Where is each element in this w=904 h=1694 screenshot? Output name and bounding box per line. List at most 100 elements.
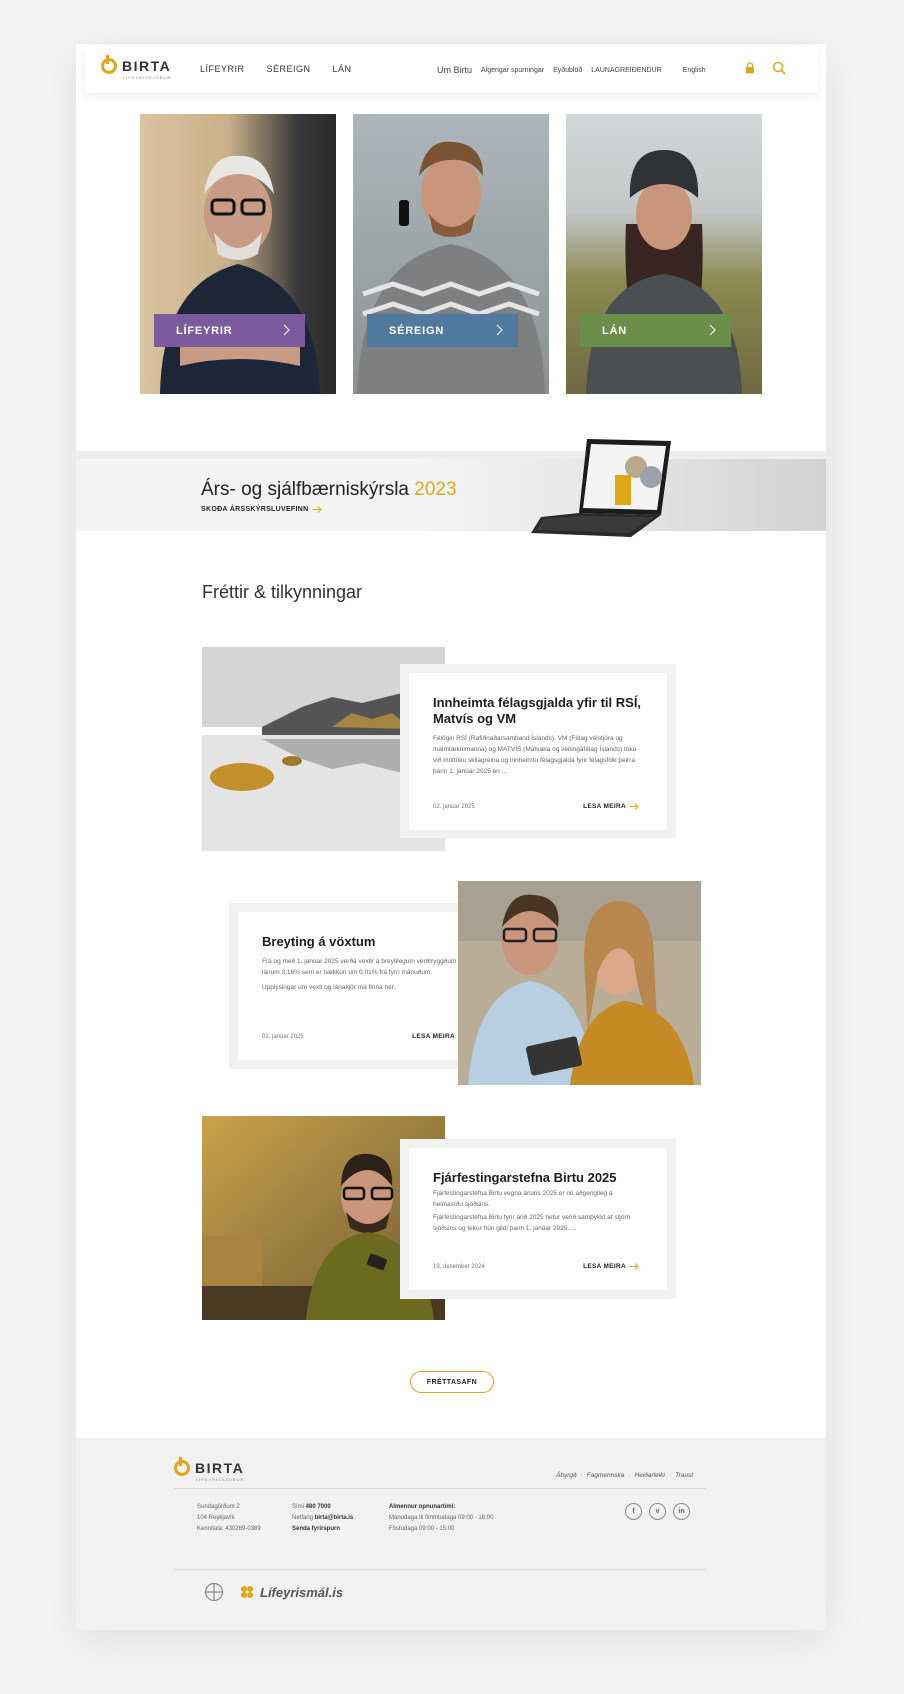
read-more-link[interactable]: LESA MEIRA: [583, 1263, 639, 1270]
news-date: 02. janúar 2025: [433, 804, 475, 810]
hours-line: Föstudaga 09:00 - 15:00: [389, 1526, 455, 1532]
news-excerpt-2: Upplýsingar um vexti og lánakjör má finn…: [262, 984, 396, 991]
logo-text: BIRTA: [122, 58, 172, 74]
phone-label: Sími: [292, 1504, 306, 1510]
news-archive-button[interactable]: FRÉTTASAFN: [410, 1371, 494, 1393]
hero-card-lifeyrir[interactable]: LÍFEYRIR: [140, 114, 336, 394]
value-abyrgd: Ábyrgð: [556, 1472, 577, 1479]
arrow-right-icon: [313, 506, 323, 513]
news-excerpt-2: Fjárfestingarstefna Birtu fyrir árið 202…: [433, 1214, 631, 1232]
read-more-label: LESA MEIRA: [412, 1033, 455, 1040]
nav-faq[interactable]: Algengar spurningar: [481, 67, 544, 74]
news-section-title: Fréttir & tilkynningar: [202, 582, 363, 602]
chevron-right-icon: [283, 324, 290, 336]
value-fagmennska: Fagmennska: [586, 1472, 625, 1479]
hero-button-label: LÍFEYRIR: [176, 324, 233, 337]
hero-photo-older-man: [140, 114, 336, 394]
hero-button-lan[interactable]: LÁN: [580, 314, 731, 347]
footer-contact: Sími 480 7000 Netfang birta@birta.is Sen…: [292, 1502, 353, 1535]
email-value[interactable]: birta@birta.is: [315, 1515, 354, 1521]
nav-employers[interactable]: LAUNAGREIÐENDUR: [591, 67, 661, 74]
separator-dot: ·: [580, 1472, 583, 1479]
secondary-nav: Um Birtu Algengar spurningar Eyðublöð LA…: [437, 65, 706, 75]
linkedin-icon[interactable]: in: [673, 1503, 690, 1520]
address-line: 104 Reykjavík: [197, 1515, 235, 1521]
nav-english[interactable]: English: [683, 67, 706, 74]
inquiry-label: Senda fyrirspurn: [292, 1526, 341, 1532]
hero-photo-man-phone: [353, 114, 549, 394]
main-nav: LÍFEYRIR SÉREIGN LÁN: [200, 64, 352, 74]
news-excerpt: Fjárfestingarstefna Birtu vegna ársins 2…: [433, 1190, 613, 1208]
footer-hours: Almennur opnunartími: Mánudaga til fimmt…: [389, 1502, 493, 1535]
globe-partner-icon[interactable]: [204, 1582, 224, 1602]
logo-subtitle: LÍFEYRISSJÓÐUR: [123, 75, 172, 80]
footer-divider: [174, 1569, 706, 1570]
news-excerpt: Félögin RSÍ (Rafiðnaðarsamband Íslands),…: [433, 735, 637, 775]
phone-value[interactable]: 480 7000: [306, 1504, 331, 1510]
nav-forms[interactable]: Eyðublöð: [553, 67, 582, 74]
logo-mark-icon: [101, 55, 117, 74]
hero-button-label: LÁN: [602, 324, 628, 337]
footer-divider: [174, 1488, 706, 1489]
news-title: Breyting á vöxtum: [262, 934, 376, 949]
arrow-right-icon: [630, 1263, 639, 1270]
news-date: 19. desember 2024: [433, 1264, 485, 1270]
report-link-label: SKOÐA ÁRSSKÝRSLUVEFINN: [201, 506, 309, 513]
phone-line: Sími 480 7000: [292, 1502, 353, 1513]
nav-lan[interactable]: LÁN: [333, 64, 352, 74]
hours-title-text: Almennur opnunartími:: [389, 1504, 456, 1510]
nav-um-birtu[interactable]: Um Birtu: [437, 65, 472, 75]
read-more-link[interactable]: LESA MEIRA: [583, 803, 639, 810]
vimeo-icon[interactable]: v: [649, 1503, 666, 1520]
site-header: BIRTA LÍFEYRISSJÓÐUR LÍFEYRIR SÉREIGN LÁ…: [85, 46, 818, 93]
logo-mark-icon: [174, 1457, 190, 1476]
lifeyrismal-mark-icon: [241, 1586, 253, 1598]
separator-dot: ·: [628, 1472, 631, 1479]
lifeyrismal-logo[interactable]: Lífeyrismál.is: [238, 1583, 343, 1601]
hours-title: Almennur opnunartími:: [389, 1502, 493, 1513]
email-label: Netfang: [292, 1515, 315, 1521]
value-heidarleiki: Heiðarleiki: [634, 1472, 665, 1479]
hero-button-lifeyrir[interactable]: LÍFEYRIR: [154, 314, 305, 347]
search-icon[interactable]: [772, 61, 786, 75]
logo-subtitle: LÍFEYRISSJÓÐUR: [196, 1477, 245, 1482]
address-line: Sundagörðum 2: [197, 1504, 240, 1510]
news-excerpt: Frá og með 1. janúar 2025 verða vextir á…: [262, 958, 457, 976]
hero-card-lan[interactable]: LÁN: [566, 114, 762, 394]
inquiry-link[interactable]: Senda fyrirspurn: [292, 1524, 353, 1535]
site-footer: BIRTA LÍFEYRISSJÓÐUR Ábyrgð · Fagmennska ·…: [76, 1438, 826, 1630]
hero-button-label: SÉREIGN: [389, 324, 445, 337]
footer-values: Ábyrgð · Fagmennska · Heiðarleiki · Traust: [556, 1472, 693, 1479]
read-more-label: LESA MEIRA: [583, 1263, 626, 1270]
hero-photo-woman-beanie: [566, 114, 762, 394]
news-card-1[interactable]: Innheimta félagsgjalda yfir til RSÍ, Mat…: [409, 673, 667, 830]
hero-card-sereign[interactable]: SÉREIGN: [353, 114, 549, 394]
laptop-image: [531, 439, 671, 537]
nav-lifeyrir[interactable]: LÍFEYRIR: [200, 64, 245, 74]
hours-line: Mánudaga til fimmtudaga 09:00 - 16:00: [389, 1515, 494, 1521]
news-date: 02. janúar 2025: [262, 1034, 304, 1040]
report-title: Árs- og sjálfbærniskýrsla 2023: [201, 479, 457, 501]
report-title-text: Árs- og sjálfbærniskýrsla: [201, 479, 415, 500]
hero-button-sereign[interactable]: SÉREIGN: [367, 314, 518, 347]
logo-text: BIRTA: [195, 1460, 245, 1476]
separator-dot: ·: [668, 1472, 672, 1479]
lifeyrismal-text: Lífeyrismál.is: [260, 1584, 344, 1600]
annual-report-banner[interactable]: Árs- og sjálfbærniskýrsla 2023 SKOÐA ÁRS…: [76, 439, 826, 537]
footer-logo[interactable]: BIRTA LÍFEYRISSJÓÐUR: [174, 1457, 245, 1482]
footer-address: Sundagörðum 2 104 Reykjavík Kennitala: 4…: [197, 1502, 261, 1535]
chevron-right-icon: [496, 324, 503, 336]
news-image-couple-laptop[interactable]: [458, 881, 701, 1085]
address-line: Kennitala: 430269-0389: [197, 1526, 261, 1532]
chevron-right-icon: [709, 324, 716, 336]
facebook-icon[interactable]: f: [625, 1503, 642, 1520]
lock-icon[interactable]: [745, 62, 755, 74]
arrow-right-icon: [630, 803, 639, 810]
report-link[interactable]: SKOÐA ÁRSSKÝRSLUVEFINN: [201, 506, 323, 513]
email-line: Netfang birta@birta.is: [292, 1513, 353, 1524]
birta-logo[interactable]: BIRTA LÍFEYRISSJÓÐUR: [101, 55, 172, 80]
report-year: 2023: [414, 479, 457, 500]
news-card-3[interactable]: Fjárfestingarstefna Birtu 2025 Fjárfesti…: [409, 1148, 667, 1290]
nav-sereign[interactable]: SÉREIGN: [267, 64, 311, 74]
value-traust: Traust: [675, 1472, 694, 1479]
